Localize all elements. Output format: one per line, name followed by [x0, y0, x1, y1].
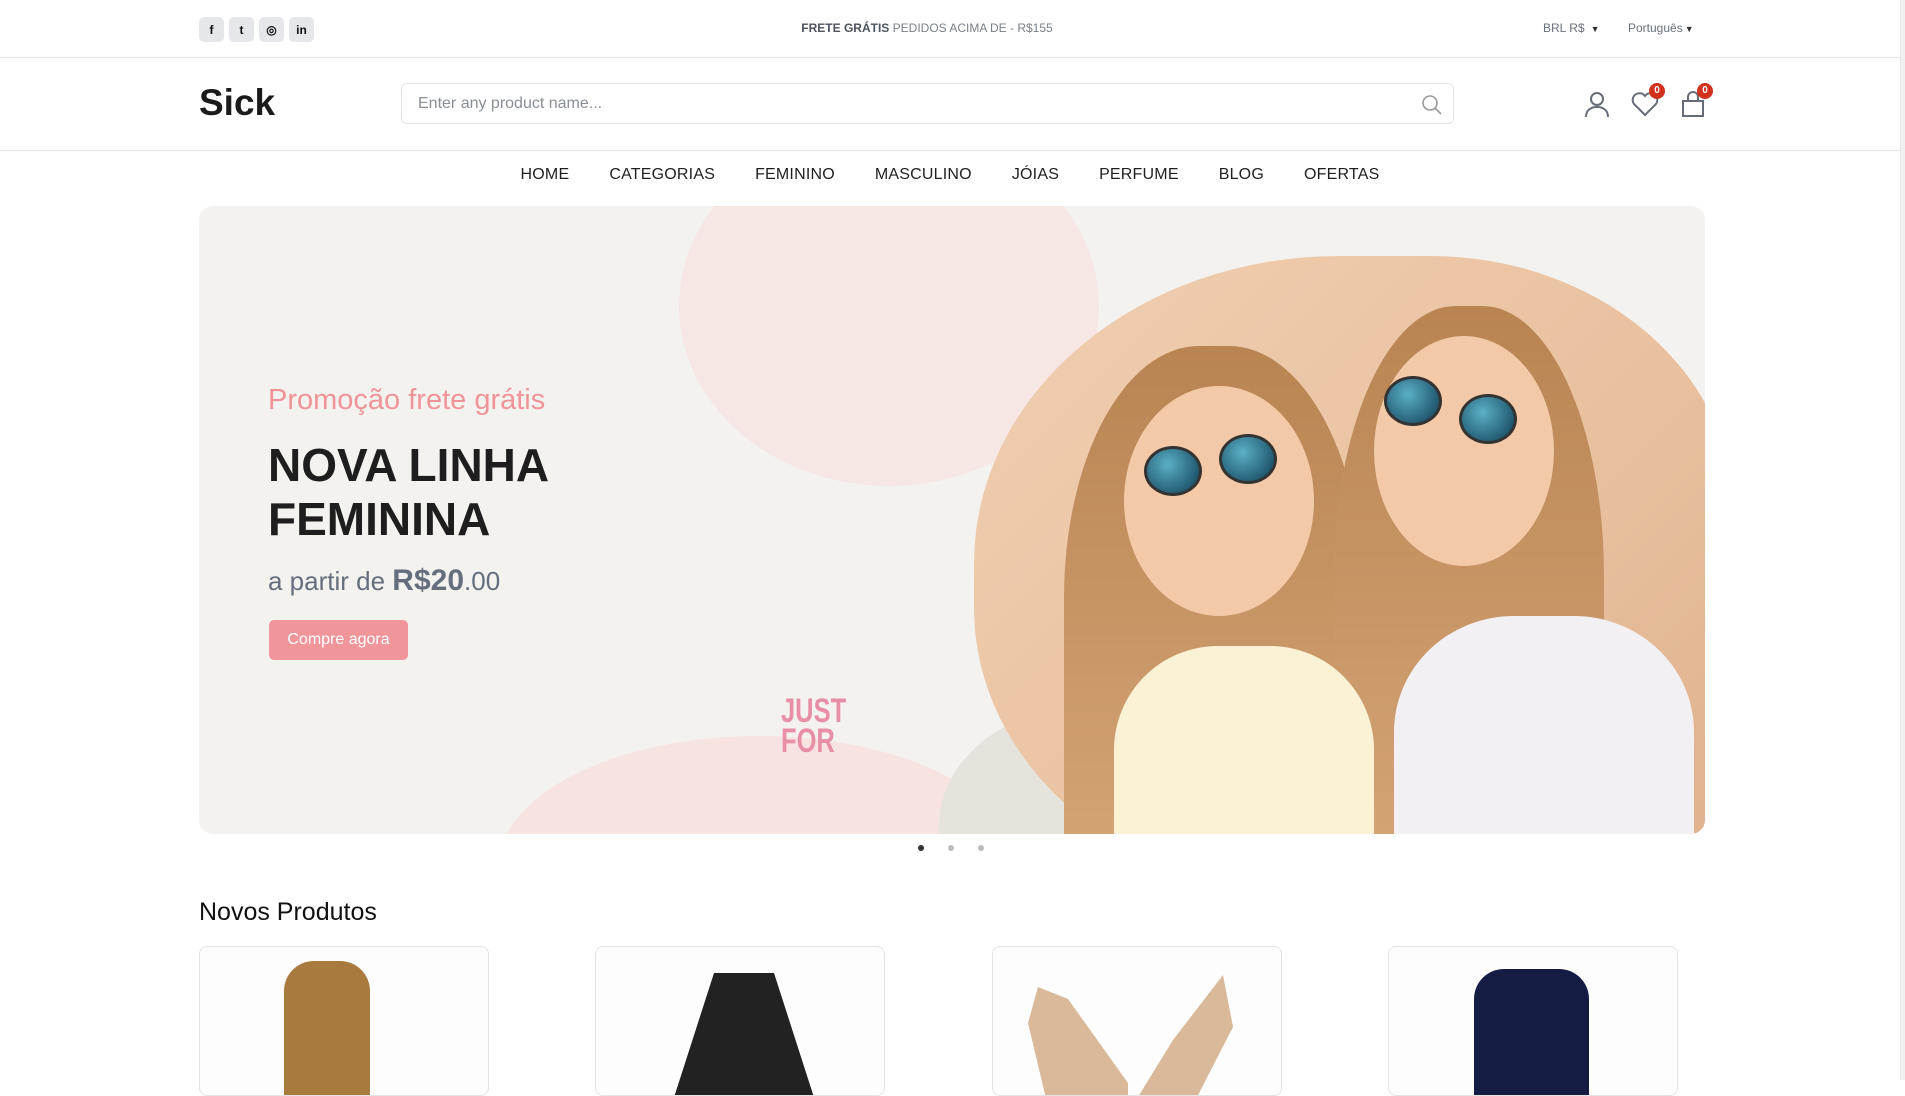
shop-now-button[interactable]: Compre agora	[269, 620, 408, 660]
product-image-coat	[284, 961, 370, 1095]
logo[interactable]: Sick	[199, 82, 275, 124]
carousel-dot[interactable]	[948, 845, 954, 851]
account-button[interactable]	[1583, 90, 1611, 118]
section-title: Novos Produtos	[199, 898, 377, 926]
price-cents: .00	[464, 566, 501, 596]
hero-image	[974, 256, 1705, 834]
hero-price: a partir de R$20.00	[268, 564, 500, 598]
product-image-shirt	[1474, 969, 1589, 1095]
language-select[interactable]: Português ▼	[1628, 21, 1694, 35]
sunglasses	[1144, 446, 1202, 496]
cart-count-badge: 0	[1697, 83, 1713, 99]
nav-masculino[interactable]: MASCULINO	[875, 166, 972, 184]
model-face	[1124, 386, 1314, 616]
nav-joias[interactable]: JÓIAS	[1012, 166, 1059, 184]
product-card[interactable]	[992, 946, 1282, 1096]
sunglasses	[1459, 394, 1517, 444]
top-bar: f t ◎ in FRETE GRÁTIS PEDIDOS ACIMA DE -…	[0, 0, 1900, 58]
header: Sick 0 0	[0, 58, 1900, 151]
currency-label: BRL R$	[1543, 21, 1585, 35]
product-card[interactable]	[595, 946, 885, 1096]
model-shirt	[1114, 646, 1374, 834]
nav-perfume[interactable]: PERFUME	[1099, 166, 1179, 184]
search-bar	[401, 83, 1454, 124]
hero-title-line: FEMININA	[268, 493, 491, 545]
chevron-down-icon: ▼	[1590, 24, 1600, 34]
sunglasses	[1219, 434, 1277, 484]
language-label: Português	[1628, 21, 1683, 35]
nav-blog[interactable]: BLOG	[1219, 166, 1264, 184]
hero-title: NOVA LINHA FEMININA	[268, 438, 549, 546]
scrollbar[interactable]	[1900, 0, 1905, 1080]
model-face	[1374, 336, 1554, 566]
just-for-you-logo: JUST FOR	[781, 692, 847, 760]
nav-ofertas[interactable]: OFERTAS	[1304, 166, 1380, 184]
product-image-heels	[1133, 975, 1233, 1095]
cart-button[interactable]: 0	[1679, 83, 1713, 118]
shipping-text: PEDIDOS ACIMA DE - R$155	[889, 21, 1053, 35]
hero-title-line: NOVA LINHA	[268, 439, 550, 491]
wishlist-count-badge: 0	[1649, 83, 1665, 99]
price-prefix: a partir de	[268, 566, 393, 596]
shipping-bold: FRETE GRÁTIS	[801, 21, 890, 35]
nav-home[interactable]: HOME	[521, 166, 570, 184]
main-nav: HOME CATEGORIAS FEMININO MASCULINO JÓIAS…	[0, 166, 1900, 184]
currency-select[interactable]: BRL R$ ▼	[1543, 21, 1600, 35]
user-icon	[1585, 92, 1609, 118]
carousel-dot[interactable]	[978, 845, 984, 851]
product-card[interactable]	[199, 946, 489, 1096]
nav-feminino[interactable]: FEMININO	[755, 166, 835, 184]
sunglasses	[1384, 376, 1442, 426]
search-input[interactable]	[402, 84, 1401, 123]
nav-categorias[interactable]: CATEGORIAS	[609, 166, 715, 184]
chevron-down-icon: ▼	[1684, 24, 1694, 34]
search-icon[interactable]	[1421, 94, 1443, 116]
carousel-dots	[918, 845, 984, 851]
product-card[interactable]	[1388, 946, 1678, 1096]
carousel-dot[interactable]	[918, 845, 924, 851]
hero-banner: Promoção frete grátis NOVA LINHA FEMININA…	[199, 206, 1705, 834]
wishlist-button[interactable]: 0	[1631, 83, 1665, 118]
hero-subtitle: Promoção frete grátis	[268, 384, 546, 416]
price-main: R$20	[392, 564, 465, 597]
model-shirt	[1394, 616, 1694, 834]
product-image-skirt	[669, 973, 819, 1095]
